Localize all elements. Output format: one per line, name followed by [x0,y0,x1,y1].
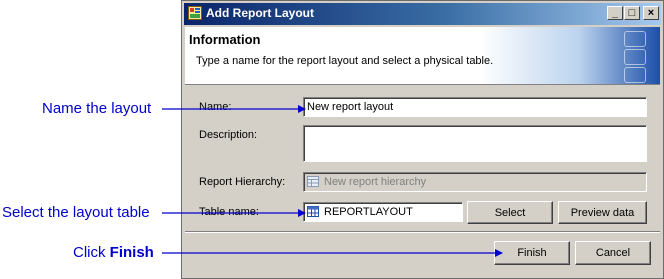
table-name-label: Table name: [199,206,259,218]
annotation-click-bold: Finish [109,244,154,261]
info-header: Information Type a name for the report l… [185,27,660,85]
app-icon [188,6,202,20]
table-name-value: REPORTLAYOUT [324,206,413,218]
header-heading: Information [189,32,261,47]
minimize-button[interactable]: _ [607,6,623,20]
name-value: New report layout [307,101,394,113]
hierarchy-label: Report Hierarchy: [199,176,286,188]
finish-button[interactable]: Finish [494,241,570,265]
name-label: Name: [199,101,232,113]
name-input[interactable]: New report layout [303,97,647,117]
footer-separator [185,231,660,233]
title-bar[interactable]: Add Report Layout _ □ × [184,3,661,25]
table-name-input[interactable]: REPORTLAYOUT [303,202,463,222]
annotation-click-finish: Click Finish [73,244,154,261]
description-label: Description: [199,129,258,141]
cancel-button[interactable]: Cancel [575,241,651,265]
select-button[interactable]: Select [467,201,553,224]
header-decoration [480,27,660,84]
annotation-click-prefix: Click [73,244,110,261]
hierarchy-value: New report hierarchy [324,176,427,188]
preview-data-button[interactable]: Preview data [558,201,647,224]
window-title: Add Report Layout [206,6,314,20]
annotation-name-layout: Name the layout [42,100,152,117]
annotation-select-table: Select the layout table [2,204,150,221]
add-report-layout-dialog: Add Report Layout _ □ × Information Type… [181,0,664,279]
header-description: Type a name for the report layout and se… [196,55,494,67]
hierarchy-icon [307,176,319,187]
close-button[interactable]: × [643,6,659,20]
table-icon [307,206,319,217]
hierarchy-input: New report hierarchy [303,172,647,192]
maximize-button[interactable]: □ [624,6,640,20]
description-input[interactable] [303,125,647,162]
